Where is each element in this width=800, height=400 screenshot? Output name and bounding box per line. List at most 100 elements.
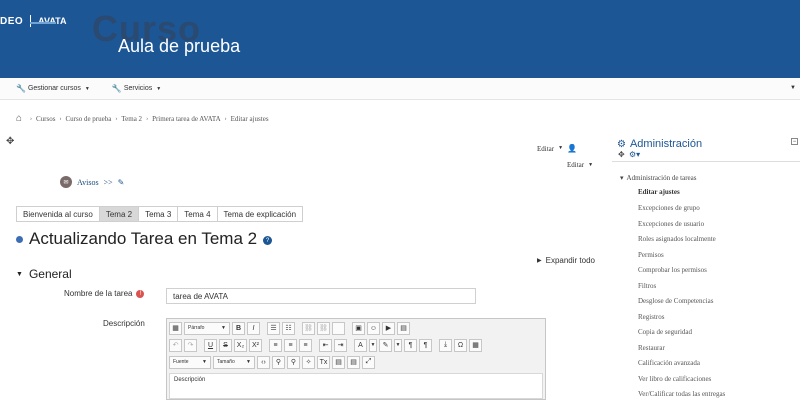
align-right-icon[interactable]: ≡	[299, 338, 312, 352]
breadcrumb-separator: ›	[115, 115, 118, 122]
toolbar-toggle-icon[interactable]: ▦	[169, 321, 182, 335]
chevron-down-icon: ▾	[620, 174, 624, 182]
align-left-icon[interactable]: ≡	[269, 338, 282, 352]
cleanup-icon[interactable]: ✧	[302, 355, 315, 369]
caret-down-icon[interactable]: ▼	[790, 85, 796, 91]
font-select[interactable]: Fuente ▼	[169, 355, 211, 369]
format-select-value: Párrafo	[188, 325, 205, 331]
caret-down-icon: ▼	[246, 359, 251, 365]
section-general-header[interactable]: ▼ General	[16, 267, 72, 281]
breadcrumb-item-cursos[interactable]: Cursos	[36, 115, 55, 123]
code-icon[interactable]: ‹›	[257, 355, 270, 369]
subscript-icon[interactable]: X₂	[234, 338, 247, 352]
caret-down-icon[interactable]: ▼	[369, 338, 377, 352]
breadcrumb-item-course[interactable]: Curso de prueba	[65, 115, 111, 123]
breadcrumb-item-current[interactable]: Editar ajustes	[231, 115, 269, 123]
tab-tema-4[interactable]: Tema 4	[177, 206, 218, 222]
site-logo[interactable]: DEO AVATA	[0, 10, 67, 32]
outdent-icon[interactable]: ⇤	[319, 338, 332, 352]
move-icon[interactable]: ✥	[6, 136, 14, 147]
text-color-icon[interactable]: A	[354, 338, 367, 352]
breadcrumb-separator: ›	[59, 115, 62, 122]
size-select[interactable]: Tamaño ▼	[213, 355, 255, 369]
expand-all-link[interactable]: ▶ Expandir todo	[537, 256, 595, 265]
paste-text-icon[interactable]: ▤	[332, 355, 345, 369]
edit-menu-top[interactable]: Editar ▼ 👤	[537, 144, 577, 153]
admin-item-comprobar-permisos[interactable]: Comprobar los permisos	[638, 266, 707, 274]
avisos-link[interactable]: ✉ Avisos >> ✎	[60, 176, 124, 188]
admin-item-excepciones-usuario[interactable]: Excepciones de usuario	[638, 220, 704, 228]
nav-gestionar-cursos[interactable]: 🔧 Gestionar cursos ▼	[16, 84, 90, 93]
breadcrumb-separator: ›	[146, 115, 149, 122]
admin-item-roles-asignados[interactable]: Roles asignados localmente	[638, 235, 716, 243]
bullet-list-icon[interactable]: ☰	[267, 321, 280, 335]
replace-icon[interactable]: ⚲	[287, 355, 300, 369]
breadcrumb-item-section[interactable]: Tema 2	[121, 115, 142, 123]
table-icon[interactable]: ▦	[469, 338, 482, 352]
edit-menu-second[interactable]: Editar ▼	[567, 161, 593, 169]
image-icon[interactable]: ▣	[352, 321, 365, 335]
tab-tema-3[interactable]: Tema 3	[138, 206, 179, 222]
bold-icon[interactable]: B	[232, 321, 245, 335]
underline-icon[interactable]: U	[204, 338, 217, 352]
admin-item-restaurar[interactable]: Restaurar	[638, 344, 665, 352]
strikethrough-icon[interactable]: S	[219, 338, 232, 352]
home-icon[interactable]: ⌂	[16, 113, 22, 124]
search-icon[interactable]: ⚲	[272, 355, 285, 369]
gear-icon[interactable]: ⚙▾	[629, 150, 640, 159]
gears-icon: ⚙	[617, 138, 626, 150]
logo-divider	[30, 15, 32, 27]
link-icon[interactable]: ⛓	[302, 321, 315, 335]
task-name-input[interactable]: tarea de AVATA	[166, 288, 476, 304]
undo-icon[interactable]: ↶	[169, 338, 182, 352]
tab-tema-2[interactable]: Tema 2	[98, 206, 140, 222]
manage-files-icon[interactable]: ▤	[397, 321, 410, 335]
admin-item-registros[interactable]: Registros	[638, 313, 664, 321]
admin-item-desglose-competencias[interactable]: Desglose de Competencias	[638, 297, 713, 305]
tab-bienvenida[interactable]: Bienvenida al curso	[16, 206, 100, 222]
pencil-icon[interactable]: ✎	[118, 178, 125, 187]
insert-icon[interactable]: ⤓	[439, 338, 452, 352]
format-select[interactable]: Párrafo ▼	[184, 321, 230, 335]
ltr-icon[interactable]: ¶	[404, 338, 417, 352]
anchor-icon[interactable]	[332, 321, 345, 335]
nav-servicios[interactable]: 🔧 Servicios ▼	[112, 84, 161, 93]
admin-item-editar-ajustes[interactable]: Editar ajustes	[638, 188, 680, 196]
move-icon[interactable]: ✥	[618, 150, 625, 159]
admin-item-calificacion-avanzada[interactable]: Calificación avanzada	[638, 359, 700, 367]
admin-item-filtros[interactable]: Filtros	[638, 282, 656, 290]
superscript-icon[interactable]: X²	[249, 338, 262, 352]
section-title: General	[28, 267, 72, 281]
paste-word-icon[interactable]: ▤	[347, 355, 360, 369]
background-color-icon[interactable]: ✎	[379, 338, 392, 352]
italic-icon[interactable]: I	[247, 321, 260, 335]
tab-tema-explicacion[interactable]: Tema de explicación	[216, 206, 304, 222]
omega-icon[interactable]: Ω	[454, 338, 467, 352]
admin-item-excepciones-grupo[interactable]: Excepciones de grupo	[638, 204, 700, 212]
nav-item-label: Servicios	[123, 85, 153, 92]
fullscreen-icon[interactable]: ⤢	[362, 355, 375, 369]
expand-all-label: Expandir todo	[545, 256, 595, 265]
caret-down-icon[interactable]: ▼	[394, 338, 402, 352]
chevron-right-icon: ▶	[537, 258, 542, 264]
redo-icon[interactable]: ↷	[184, 338, 197, 352]
unlink-icon[interactable]: ⛓	[317, 321, 330, 335]
numbered-list-icon[interactable]: ☷	[282, 321, 295, 335]
indent-icon[interactable]: ⇥	[334, 338, 347, 352]
admin-item-copia-seguridad[interactable]: Copia de seguridad	[638, 328, 692, 336]
editor-content-area[interactable]: Descripción	[169, 373, 543, 399]
align-center-icon[interactable]: ≡	[284, 338, 297, 352]
media-icon[interactable]: ▶	[382, 321, 395, 335]
admin-item-calificar-entregas[interactable]: Ver/Calificar todas las entregas	[638, 390, 725, 398]
help-icon[interactable]: ?	[263, 236, 273, 245]
rtl-icon[interactable]: ¶	[419, 338, 432, 352]
editor-toolbar-row-2: ↶ ↷ U S X₂ X² ≡ ≡ ≡ ⇤ ⇥ A ▼ ✎ ▼ ¶ ¶ ⤓ Ω …	[169, 338, 482, 352]
emoticon-icon[interactable]: ☺	[367, 321, 380, 335]
clear-formatting-icon[interactable]: Tx	[317, 355, 330, 369]
admin-item-libro-calificaciones[interactable]: Ver libro de calificaciones	[638, 375, 711, 383]
description-label: Descripción	[103, 319, 145, 328]
breadcrumb-item-activity[interactable]: Primera tarea de AVATA	[152, 115, 221, 123]
collapse-icon[interactable]: −	[791, 138, 798, 145]
admin-tree-root[interactable]: ▾ Administración de tareas	[620, 174, 697, 182]
admin-item-permisos[interactable]: Permisos	[638, 251, 664, 259]
